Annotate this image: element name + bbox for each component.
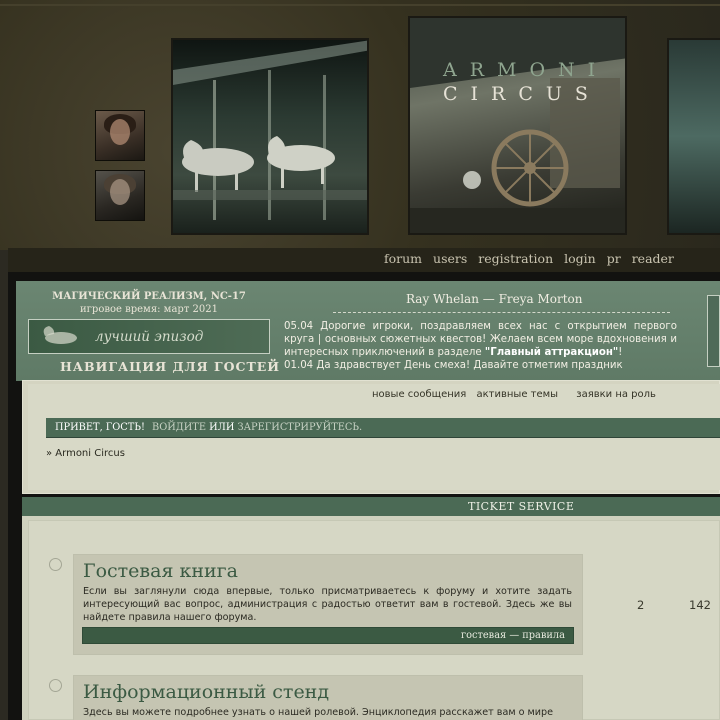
guest-navigation-title[interactable]: НАВИГАЦИЯ ДЛЯ ГОСТЕЙ (60, 359, 280, 374)
carousel-horse-icon (43, 326, 77, 344)
announce-1-end: ! (618, 347, 623, 358)
greeting-text: ПРИВЕТ, ГОСТЬ! (55, 422, 145, 433)
nav-forum[interactable]: forum (384, 251, 422, 266)
logo-line-2: CIRCUS (443, 83, 601, 105)
forum-status-icon (49, 558, 62, 571)
forum-posts-count: 142 (689, 598, 711, 612)
genre-label: МАГИЧЕСКИЙ РЕАЛИЗМ, NC-17 (52, 291, 246, 302)
breadcrumb[interactable]: » Armoni Circus (46, 448, 125, 459)
category-title[interactable]: TICKET SERVICE (468, 500, 574, 513)
category-header: TICKET SERVICE (22, 497, 720, 516)
best-episode-label: лучший эпизод (95, 329, 204, 345)
dashed-divider (333, 312, 670, 313)
main-attraction-link[interactable]: "Главный аттракцион" (485, 347, 618, 358)
role-requests-link[interactable]: заявки на роль (576, 389, 656, 400)
genre-info: МАГИЧЕСКИЙ РЕАЛИЗМ, NC-17 игровое время:… (28, 290, 270, 316)
login-link[interactable]: ВОЙДИТЕ (152, 422, 206, 433)
side-decoration (707, 295, 720, 367)
forum-description: Если вы заглянули сюда впервые, только п… (83, 586, 572, 623)
greeting-or: ИЛИ (209, 422, 235, 433)
new-posts-link[interactable]: новые сообщения (372, 389, 466, 400)
greeting-bar: ПРИВЕТ, ГОСТЬ! ВОЙДИТЕ ИЛИ ЗАРЕГИСТРИРУЙ… (46, 418, 720, 438)
quick-links: новые сообщения активные темы заявки на … (372, 389, 663, 400)
nav-registration[interactable]: registration (478, 251, 553, 266)
forum-title[interactable]: Информационный стенд (83, 681, 329, 703)
nav-pr[interactable]: pr (607, 251, 621, 266)
forum-topics-count: 2 (637, 598, 645, 612)
game-time: игровое время: март 2021 (80, 304, 218, 315)
announce-2-text: Да здравствует День смеха! Давайте отмет… (316, 360, 623, 371)
forum-title[interactable]: Гостевая книга (83, 560, 238, 582)
announcements: 05.04 Дорогие игроки, поздравляем всех н… (284, 320, 677, 372)
register-link[interactable]: ЗАРЕГИСТРИРУЙТЕСЬ. (238, 422, 363, 433)
forum-description: Здесь вы можете подробнее узнать о нашей… (83, 707, 554, 718)
circus-wagon-image (408, 16, 627, 235)
logo-title[interactable]: ARMONI CIRCUS (443, 58, 608, 106)
nav-login[interactable]: login (564, 251, 596, 266)
forum-status-icon (49, 679, 62, 692)
nav-links: forum users registration login pr reader (384, 251, 685, 266)
avatar-male[interactable] (95, 170, 145, 221)
best-episode-banner[interactable]: лучший эпизод (28, 319, 270, 354)
header-divider (0, 4, 720, 6)
featured-couple[interactable]: Ray Whelan — Freya Morton (406, 292, 583, 306)
logo-line-1: ARMONI (443, 59, 609, 81)
nav-reader[interactable]: reader (632, 251, 674, 266)
forum-sublinks-text[interactable]: гостевая — правила (461, 630, 565, 641)
avatar-female[interactable] (95, 110, 145, 161)
active-topics-link[interactable]: активные темы (477, 389, 559, 400)
announce-2-date: 01.04 (284, 360, 314, 371)
nav-users[interactable]: users (433, 251, 467, 266)
ferris-wheel-image (667, 38, 720, 235)
carousel-image (171, 38, 369, 235)
forum-sublinks: гостевая — правила (82, 627, 574, 644)
announce-1-date: 05.04 (284, 321, 314, 332)
